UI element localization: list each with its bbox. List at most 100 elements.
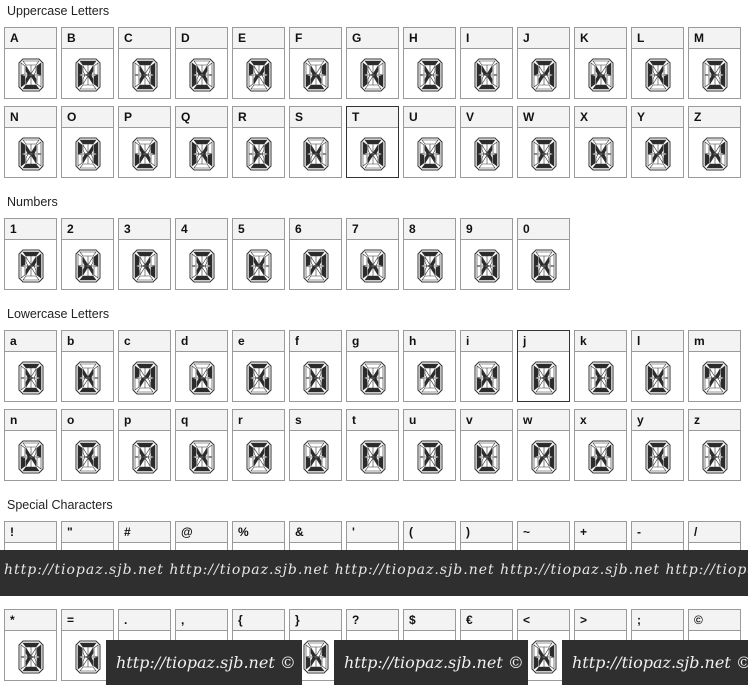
char-cell: f: [289, 330, 342, 402]
char-cell: 8: [403, 218, 456, 290]
glyph-preview-icon: [473, 136, 501, 172]
glyph-preview-icon: [701, 136, 729, 172]
char-label: l: [632, 331, 683, 352]
char-cell: t: [346, 409, 399, 481]
glyph-preview-icon: [587, 439, 615, 475]
char-label: €: [461, 610, 512, 631]
glyph-preview-icon: [701, 57, 729, 93]
glyph-preview-icon: [416, 360, 444, 396]
char-label: J: [518, 28, 569, 49]
special-section-title: Special Characters: [7, 498, 113, 512]
glyph-preview-icon: [587, 136, 615, 172]
char-label: ~: [518, 522, 569, 543]
glyph-preview-icon: [17, 248, 45, 284]
char-cell: U: [403, 106, 456, 178]
char-label: ": [62, 522, 113, 543]
char-label: 7: [347, 219, 398, 240]
char-label: O: [62, 107, 113, 128]
glyph-preview-icon: [188, 360, 216, 396]
char-cell: p: [118, 409, 171, 481]
glyph-preview-icon: [302, 248, 330, 284]
char-cell: T: [346, 106, 399, 178]
char-label: +: [575, 522, 626, 543]
char-label: U: [404, 107, 455, 128]
char-label: 8: [404, 219, 455, 240]
glyph-preview-icon: [74, 439, 102, 475]
char-cell: h: [403, 330, 456, 402]
char-label: !: [5, 522, 56, 543]
char-cell: B: [61, 27, 114, 99]
char-cell: 0: [517, 218, 570, 290]
glyph-preview-icon: [530, 248, 558, 284]
char-label: R: [233, 107, 284, 128]
glyph-preview-icon: [530, 639, 558, 675]
char-label: m: [689, 331, 740, 352]
char-label: /: [689, 522, 740, 543]
char-label: ,: [176, 610, 227, 631]
char-label: 4: [176, 219, 227, 240]
glyph-preview-icon: [701, 439, 729, 475]
char-label: %: [233, 522, 284, 543]
char-label: w: [518, 410, 569, 431]
char-label: @: [176, 522, 227, 543]
char-label: Z: [689, 107, 740, 128]
char-cell: z: [688, 409, 741, 481]
char-cell: o: [61, 409, 114, 481]
char-cell: u: [403, 409, 456, 481]
char-label: A: [5, 28, 56, 49]
char-label: c: [119, 331, 170, 352]
char-label: L: [632, 28, 683, 49]
char-label: 3: [119, 219, 170, 240]
glyph-preview-icon: [473, 439, 501, 475]
glyph-preview-icon: [74, 248, 102, 284]
char-label: S: [290, 107, 341, 128]
char-label: G: [347, 28, 398, 49]
char-cell: P: [118, 106, 171, 178]
glyph-preview-icon: [131, 360, 159, 396]
char-cell: v: [460, 409, 513, 481]
glyph-preview-icon: [302, 360, 330, 396]
char-label: ?: [347, 610, 398, 631]
glyph-preview-icon: [302, 136, 330, 172]
char-label: 5: [233, 219, 284, 240]
char-cell: e: [232, 330, 285, 402]
char-cell: w: [517, 409, 570, 481]
char-label: 2: [62, 219, 113, 240]
char-cell: S: [289, 106, 342, 178]
glyph-preview-icon: [74, 639, 102, 675]
char-cell: n: [4, 409, 57, 481]
char-label: j: [518, 331, 569, 352]
char-cell: q: [175, 409, 228, 481]
watermark-logo-3: http://tiopaz.sjb.net ©: [562, 640, 748, 685]
char-label: t: [347, 410, 398, 431]
char-cell: X: [574, 106, 627, 178]
glyph-preview-icon: [302, 439, 330, 475]
char-label: #: [119, 522, 170, 543]
char-cell: 6: [289, 218, 342, 290]
char-label: <: [518, 610, 569, 631]
glyph-preview-icon: [245, 439, 273, 475]
char-label: f: [290, 331, 341, 352]
char-label: 9: [461, 219, 512, 240]
char-label: e: [233, 331, 284, 352]
char-cell: R: [232, 106, 285, 178]
char-label: ;: [632, 610, 683, 631]
char-label: E: [233, 28, 284, 49]
char-label: I: [461, 28, 512, 49]
char-cell: D: [175, 27, 228, 99]
char-cell: 4: [175, 218, 228, 290]
lowercase-section-title: Lowercase Letters: [7, 307, 110, 321]
glyph-preview-icon: [17, 136, 45, 172]
char-cell: r: [232, 409, 285, 481]
glyph-preview-icon: [131, 57, 159, 93]
char-cell: a: [4, 330, 57, 402]
char-cell: 9: [460, 218, 513, 290]
char-cell: O: [61, 106, 114, 178]
char-label: i: [461, 331, 512, 352]
char-cell: b: [61, 330, 114, 402]
watermark-logo-1: http://tiopaz.sjb.net ©: [106, 640, 302, 685]
char-label: -: [632, 522, 683, 543]
glyph-preview-icon: [644, 57, 672, 93]
char-label: V: [461, 107, 512, 128]
glyph-preview-icon: [644, 439, 672, 475]
